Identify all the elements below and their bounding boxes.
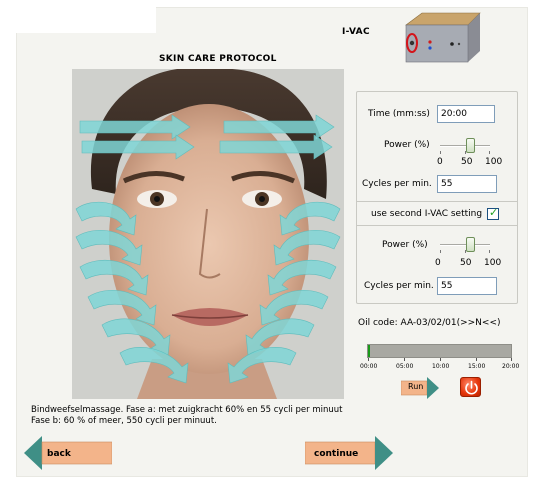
power-label: Power (%)	[384, 140, 430, 150]
stop-button[interactable]	[460, 377, 481, 397]
power-2-label: Power (%)	[382, 240, 428, 250]
timeline-label-10: 10:00	[432, 363, 450, 370]
power-2-scale-mid: 50	[460, 258, 472, 268]
timeline-label-20: 20:00	[502, 363, 520, 370]
power-slider-thumb[interactable]	[466, 138, 475, 153]
cycles-2-label: Cycles per min.	[364, 281, 434, 291]
timeline-label-5: 05:00	[396, 363, 414, 370]
power-2-scale-min: 0	[435, 258, 441, 268]
time-field[interactable]: 20:00	[437, 105, 495, 123]
progress-fill	[368, 345, 370, 357]
power-scale-min: 0	[437, 157, 443, 167]
face-massage-diagram	[72, 69, 344, 399]
power-icon	[465, 380, 478, 395]
description-line-2: Fase b: 60 % of meer, 550 cycli per minu…	[31, 416, 217, 426]
power-scale-mid: 50	[461, 157, 473, 167]
description-line-1: Bindweefselmassage. Fase a: met zuigkrac…	[31, 405, 343, 415]
second-setting-checkbox[interactable]	[487, 206, 499, 220]
timeline-label-15: 15:00	[468, 363, 486, 370]
second-setting-label: use second I-VAC setting	[371, 209, 483, 219]
cycles-2-field[interactable]: 55	[437, 277, 497, 295]
device-title: I-VAC	[342, 27, 370, 37]
run-label: Run	[408, 382, 424, 391]
back-label: back	[47, 449, 71, 459]
ivac-device-image	[405, 12, 481, 63]
cycles-field[interactable]: 55	[437, 175, 497, 193]
time-label: Time (mm:ss)	[368, 109, 430, 119]
power-scale-max: 100	[485, 157, 503, 167]
protocol-title: SKIN CARE PROTOCOL	[159, 54, 277, 64]
power-2-scale-max: 100	[484, 258, 502, 268]
continue-label: continue	[314, 449, 359, 459]
cycles-label: Cycles per min.	[362, 179, 432, 189]
progress-timeline	[367, 344, 512, 358]
power-2-slider-thumb[interactable]	[466, 237, 475, 252]
protocol-description: Bindweefselmassage. Fase a: met zuigkrac…	[31, 405, 343, 427]
timeline-label-0: 00:00	[360, 363, 378, 370]
oil-code: Oil code: AA-03/02/01(>>N<<)	[358, 318, 501, 328]
